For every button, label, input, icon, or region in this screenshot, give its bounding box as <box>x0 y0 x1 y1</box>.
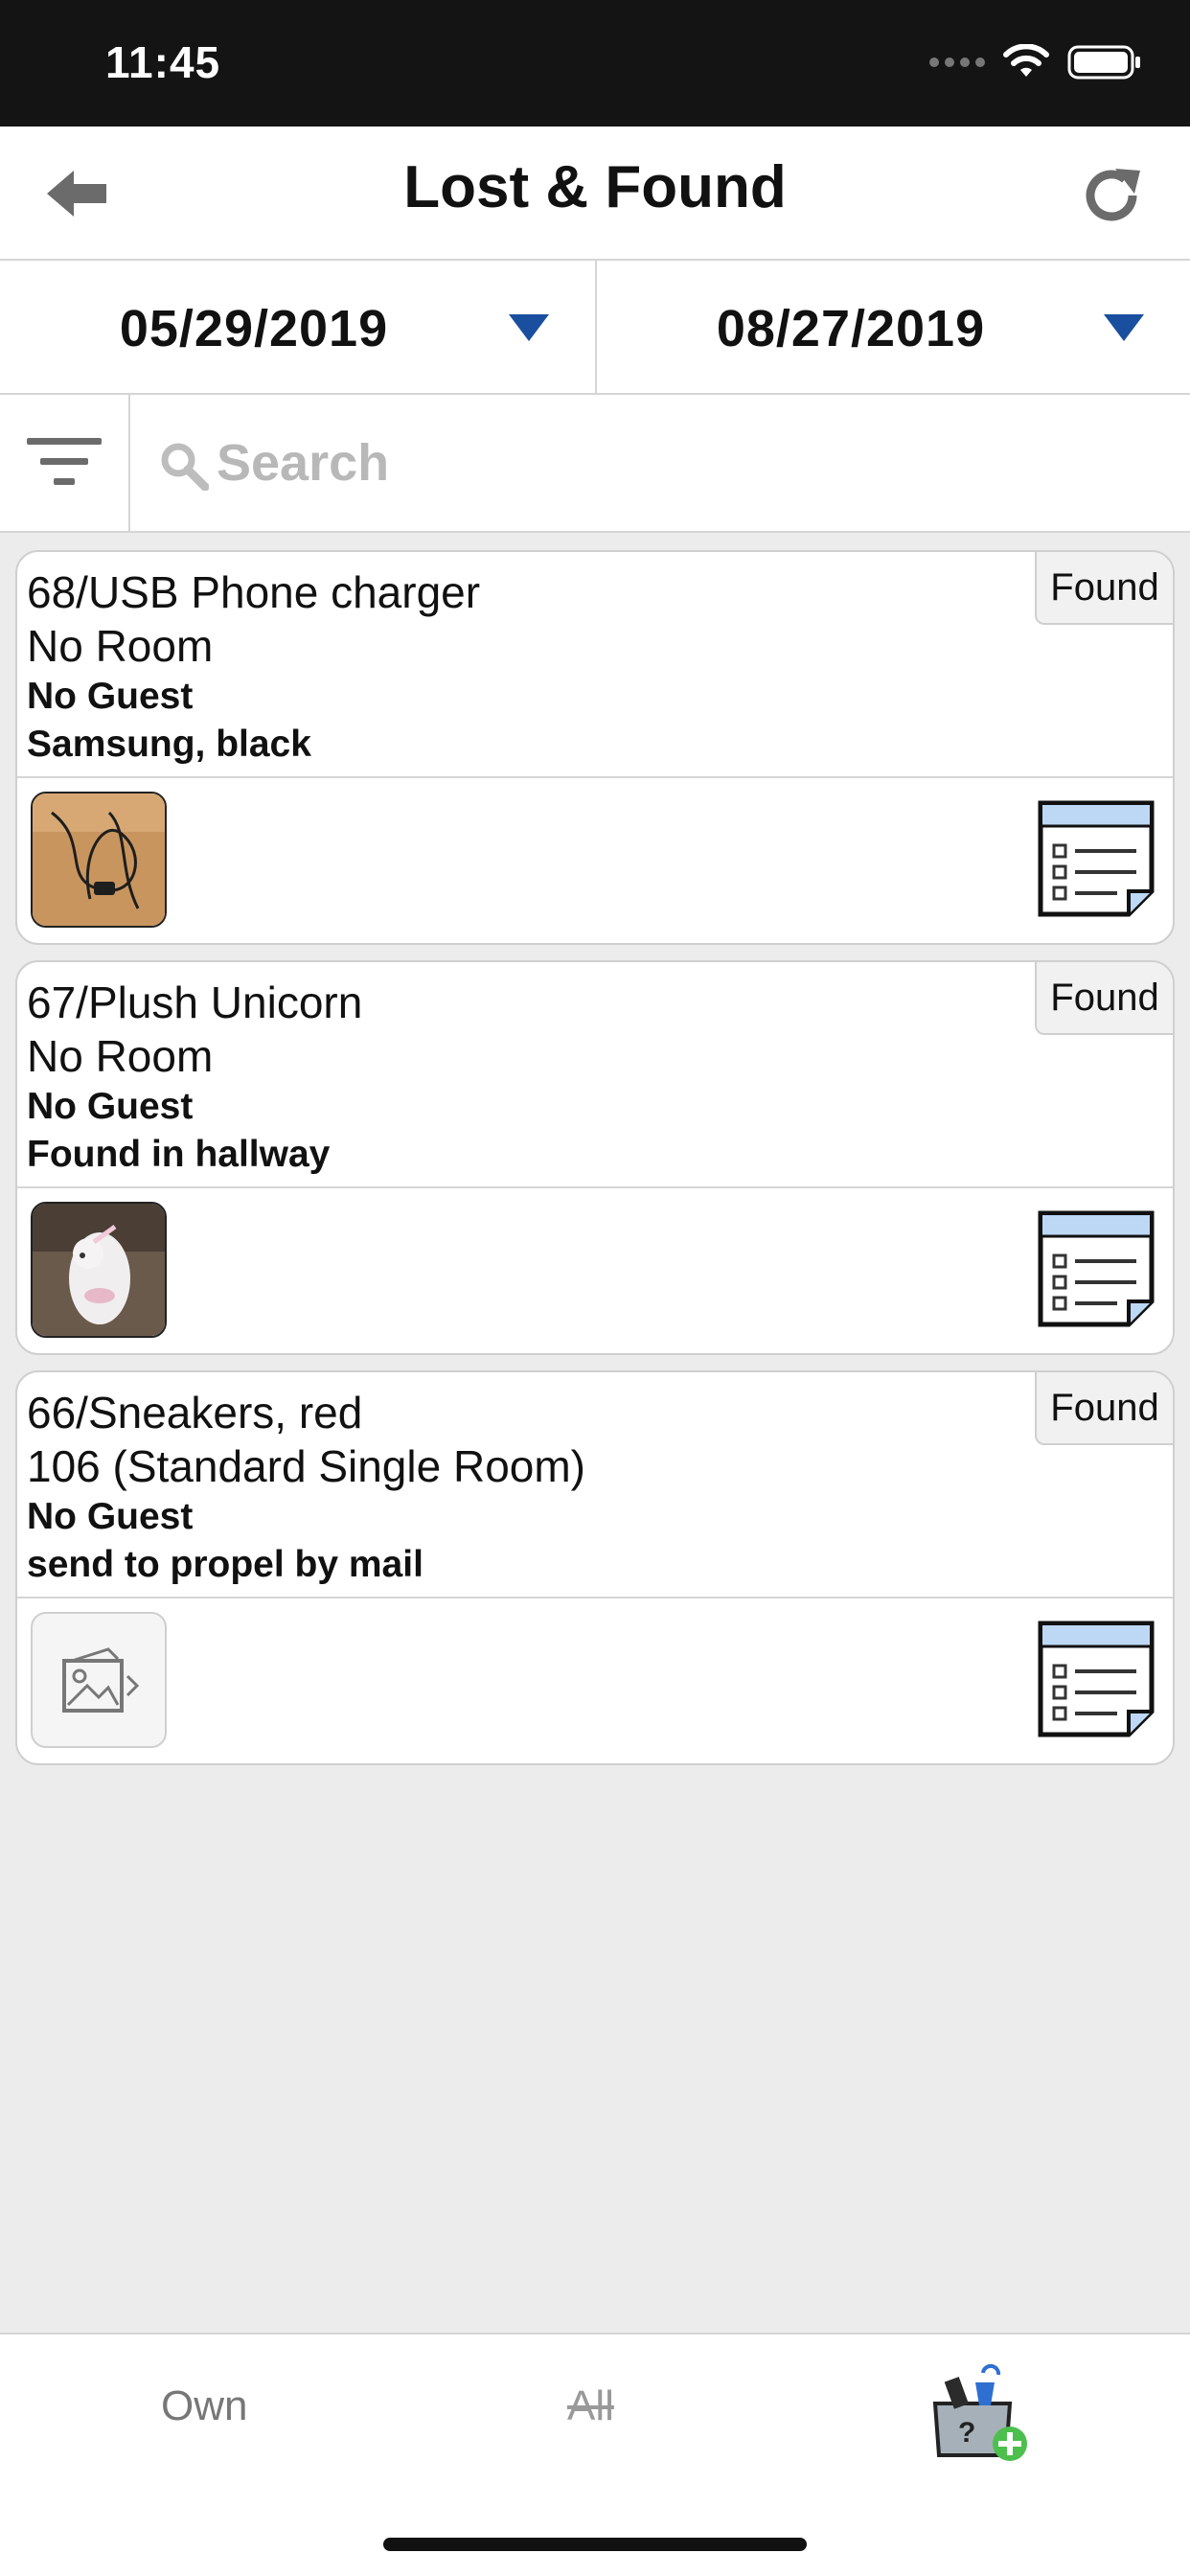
image-placeholder-icon <box>62 1647 140 1713</box>
list-item[interactable]: 68/USB Phone charger No Room No Guest Sa… <box>15 550 1175 945</box>
start-date-picker[interactable]: 05/29/2019 <box>0 261 595 393</box>
list-item[interactable]: 67/Plush Unicorn No Room No Guest Found … <box>15 960 1175 1355</box>
search-bar <box>0 395 1190 533</box>
tab-own[interactable]: Own <box>161 2382 247 2430</box>
item-title: 67/Plush Unicorn <box>27 978 363 1027</box>
filter-button[interactable] <box>0 395 130 531</box>
details-icon[interactable] <box>1037 1209 1156 1328</box>
item-note: Found in hallway <box>27 1134 331 1175</box>
refresh-icon <box>1086 169 1140 221</box>
search-icon <box>161 443 209 491</box>
list-item[interactable]: 66/Sneakers, red 106 (Standard Single Ro… <box>15 1370 1175 1765</box>
start-date: 05/29/2019 <box>119 300 389 357</box>
item-note: Samsung, black <box>27 724 311 765</box>
header: Lost & Found <box>0 126 1190 261</box>
end-date: 08/27/2019 <box>716 300 986 357</box>
details-icon[interactable] <box>1037 1620 1156 1738</box>
add-lost-item-button[interactable]: ? <box>929 2363 1035 2469</box>
item-room: No Room <box>27 1031 214 1081</box>
tab-all[interactable]: All <box>567 2382 614 2430</box>
item-actions <box>17 1598 1173 1763</box>
item-title: 68/USB Phone charger <box>27 567 481 617</box>
item-photo[interactable] <box>31 792 167 928</box>
date-range: 05/29/2019 08/27/2019 <box>0 261 1190 395</box>
item-guest: No Guest <box>27 676 194 717</box>
signal-icon <box>929 58 985 67</box>
item-info: 66/Sneakers, red 106 (Standard Single Ro… <box>17 1372 1173 1598</box>
status-time: 11:45 <box>105 37 221 87</box>
chevron-down-icon <box>509 314 549 341</box>
status-badge: Found <box>1035 962 1173 1035</box>
item-info: 67/Plush Unicorn No Room No Guest Found … <box>17 962 1173 1188</box>
details-icon[interactable] <box>1037 799 1156 918</box>
status-badge: Found <box>1035 552 1173 625</box>
item-title: 66/Sneakers, red <box>27 1388 363 1438</box>
refresh-button[interactable] <box>1071 155 1152 236</box>
add-photo-button[interactable] <box>31 1612 167 1748</box>
status-bar: 11:45 <box>0 0 1190 126</box>
search-input[interactable] <box>217 429 1136 496</box>
page-title: Lost & Found <box>403 154 787 220</box>
chevron-down-icon <box>1104 314 1144 341</box>
item-actions <box>17 778 1173 943</box>
item-list: 68/USB Phone charger No Room No Guest Sa… <box>15 550 1175 1781</box>
battery-icon <box>1067 45 1140 80</box>
item-room: 106 (Standard Single Room) <box>27 1441 585 1491</box>
item-photo[interactable] <box>31 1202 167 1338</box>
svg-text:?: ? <box>958 2417 975 2449</box>
wifi-icon <box>1003 44 1049 77</box>
end-date-picker[interactable]: 08/27/2019 <box>595 261 1190 393</box>
item-room: No Room <box>27 621 214 671</box>
item-guest: No Guest <box>27 1086 194 1127</box>
home-indicator <box>383 2538 807 2551</box>
filter-icon <box>27 438 102 485</box>
item-info: 68/USB Phone charger No Room No Guest Sa… <box>17 552 1173 778</box>
item-actions <box>17 1188 1173 1353</box>
status-badge: Found <box>1035 1372 1173 1445</box>
item-guest: No Guest <box>27 1496 194 1537</box>
item-note: send to propel by mail <box>27 1544 423 1585</box>
status-icons <box>929 44 1142 80</box>
